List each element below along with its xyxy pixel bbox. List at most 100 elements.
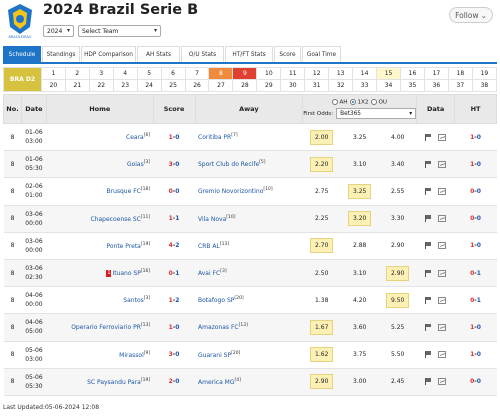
match-score[interactable]: 3-0 — [153, 341, 195, 369]
half-time-score[interactable]: 0-0 — [454, 177, 497, 206]
tab-ah-stats[interactable]: AH Stats — [137, 46, 180, 62]
round-cell[interactable]: 22 — [88, 79, 114, 92]
chart-icon[interactable] — [438, 187, 447, 195]
odds-away[interactable]: 2.55 — [378, 177, 417, 206]
round-cell[interactable]: 26 — [184, 79, 210, 92]
home-team-link[interactable]: Brusque FC — [106, 188, 140, 195]
odds-draw[interactable]: 3.20 — [340, 205, 379, 233]
odds-home[interactable]: 2.70 — [302, 232, 341, 260]
odds-draw[interactable]: 3.10 — [340, 150, 379, 179]
tab-hdp-comparison[interactable]: HDP Comparison — [81, 46, 136, 62]
match-score[interactable]: 0-0 — [153, 177, 195, 206]
chart-icon[interactable] — [438, 242, 447, 250]
chart-icon[interactable] — [438, 133, 447, 141]
away-team-link[interactable]: Vila Nova — [198, 216, 226, 223]
round-cell[interactable]: 12 — [304, 67, 330, 80]
home-team-link[interactable]: Mirassol — [119, 352, 144, 359]
round-cell[interactable]: 10 — [256, 67, 282, 80]
match-score[interactable]: 0-1 — [153, 259, 195, 288]
odds-away[interactable]: 2.90 — [378, 232, 417, 260]
odds-home[interactable]: 2.25 — [302, 205, 341, 233]
round-cell[interactable]: 18 — [447, 67, 473, 80]
away-team-link[interactable]: Gremio Novorizontino — [198, 188, 263, 195]
flag-icon[interactable] — [425, 323, 432, 331]
round-cell[interactable]: 20 — [40, 79, 66, 92]
half-time-score[interactable]: 0-1 — [454, 259, 497, 288]
odds-away[interactable]: 5.50 — [378, 341, 417, 369]
odds-draw[interactable]: 3.25 — [340, 177, 379, 206]
half-time-score[interactable]: 0-0 — [454, 368, 497, 396]
flag-icon[interactable] — [425, 378, 432, 386]
away-team-link[interactable]: Guarani SP — [198, 352, 231, 359]
half-time-score[interactable]: 1-0 — [454, 123, 497, 152]
round-cell[interactable]: 14 — [352, 67, 378, 80]
flag-icon[interactable] — [425, 133, 432, 141]
odds-draw[interactable]: 3.25 — [340, 123, 379, 152]
chart-icon[interactable] — [438, 269, 447, 277]
odds-draw[interactable]: 3.10 — [340, 259, 379, 288]
home-team-link[interactable]: Operario Ferroviario PR — [71, 324, 141, 331]
follow-button[interactable]: Follow ⌄ — [449, 7, 493, 23]
away-team-link[interactable]: Coritiba PR — [198, 134, 231, 141]
odds-away[interactable]: 3.40 — [378, 150, 417, 179]
round-cell[interactable]: 34 — [376, 79, 401, 92]
odds-draw[interactable]: 3.60 — [340, 313, 379, 342]
odds-away[interactable]: 4.00 — [378, 123, 417, 152]
round-cell[interactable]: 19 — [471, 67, 498, 80]
match-score[interactable]: 1-0 — [153, 123, 195, 152]
odds-draw[interactable]: 3.00 — [340, 368, 379, 396]
tab-score[interactable]: Score — [274, 46, 301, 62]
tab-ou-stats[interactable]: O/U Stats — [181, 46, 224, 62]
odds-home[interactable]: 2.50 — [302, 259, 341, 288]
round-cell[interactable]: 25 — [160, 79, 186, 92]
half-time-score[interactable]: 0-0 — [454, 205, 497, 233]
odds-away[interactable]: 5.25 — [378, 313, 417, 342]
flag-icon[interactable] — [425, 187, 432, 195]
round-cell[interactable]: 3 — [88, 67, 114, 80]
chart-icon[interactable] — [438, 351, 447, 359]
round-cell[interactable]: 1 — [40, 67, 66, 80]
away-team-link[interactable]: America MG — [198, 379, 234, 386]
odds-home[interactable]: 2.90 — [302, 368, 341, 396]
round-cell[interactable]: 8 — [208, 67, 234, 80]
odds-ou-option[interactable]: OU — [371, 98, 387, 105]
away-team-link[interactable]: CRB AL — [198, 243, 220, 250]
round-cell[interactable]: 27 — [208, 79, 234, 92]
odds-away[interactable]: 2.90 — [378, 259, 417, 288]
tab-standings[interactable]: Standings — [42, 46, 80, 62]
half-time-score[interactable]: 1-0 — [454, 232, 497, 260]
odds-home[interactable]: 2.75 — [302, 177, 341, 206]
odds-away[interactable]: 3.30 — [378, 205, 417, 233]
odds-draw[interactable]: 2.88 — [340, 232, 379, 260]
tab-htft-stats[interactable]: HT/FT Stats — [225, 46, 273, 62]
bookmaker-select[interactable]: Bet365 ▾ — [336, 108, 417, 120]
round-cell[interactable]: 7 — [184, 67, 210, 80]
round-cell[interactable]: 36 — [423, 79, 449, 92]
round-cell[interactable]: 24 — [136, 79, 162, 92]
round-cell[interactable]: 2 — [64, 67, 90, 80]
odds-draw[interactable]: 3.75 — [340, 341, 379, 369]
round-cell[interactable]: 6 — [160, 67, 186, 80]
home-team-link[interactable]: Santos — [123, 297, 143, 304]
away-team-link[interactable]: Amazonas FC — [198, 324, 239, 331]
round-cell[interactable]: 17 — [423, 67, 449, 80]
half-time-score[interactable]: 1-0 — [454, 341, 497, 369]
odds-home[interactable]: 1.67 — [302, 313, 341, 342]
round-cell[interactable]: 21 — [64, 79, 90, 92]
round-cell[interactable]: 9 — [232, 67, 258, 80]
odds-ah-option[interactable]: AH — [332, 98, 347, 105]
round-cell[interactable]: 31 — [304, 79, 330, 92]
match-score[interactable]: 3-0 — [153, 150, 195, 179]
odds-home[interactable]: 1.62 — [302, 341, 341, 369]
chart-icon[interactable] — [438, 378, 447, 386]
round-cell[interactable]: 38 — [471, 79, 498, 92]
round-cell[interactable]: 16 — [399, 67, 425, 80]
round-cell[interactable]: 5 — [136, 67, 162, 80]
away-team-link[interactable]: Sport Club do Recife — [198, 161, 259, 168]
match-score[interactable]: 1-0 — [153, 313, 195, 342]
chart-icon[interactable] — [438, 160, 447, 168]
odds-draw[interactable]: 4.20 — [340, 286, 379, 315]
chart-icon[interactable] — [438, 215, 447, 223]
home-team-link[interactable]: Ituano SP — [112, 270, 140, 277]
season-select[interactable]: 2024 ▾ — [43, 25, 74, 37]
